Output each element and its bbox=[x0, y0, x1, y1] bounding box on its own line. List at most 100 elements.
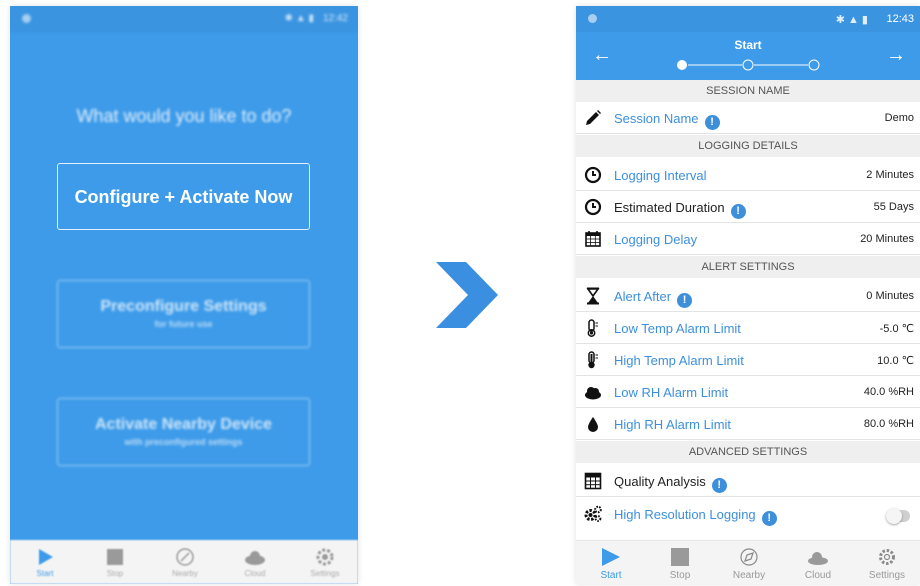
info-icon[interactable]: ! bbox=[704, 115, 720, 130]
row-high-resolution-logging[interactable]: High Resolution Logging! bbox=[576, 497, 920, 537]
nav-nearby[interactable]: Nearby bbox=[150, 540, 220, 584]
configure-activate-button[interactable]: Configure + Activate Now bbox=[57, 163, 310, 230]
droplet-icon bbox=[588, 417, 598, 432]
session-name-value: Demo bbox=[884, 112, 914, 124]
status-time: 12:43 bbox=[886, 13, 914, 25]
high-rh-label: High RH Alarm Limit bbox=[614, 417, 732, 432]
nav-settings-label: Settings bbox=[310, 569, 340, 578]
stop-icon bbox=[107, 549, 123, 565]
compass-icon bbox=[176, 548, 194, 566]
row-high-rh-alarm[interactable]: High RH Alarm Limit 80.0 %RH bbox=[576, 408, 920, 440]
nav-settings-label: Settings bbox=[868, 570, 906, 581]
status-bar: ✱ ▲ ▮ 12:43 bbox=[576, 6, 920, 32]
preconfigure-sublabel: for future use bbox=[154, 319, 213, 329]
logging-delay-value: 20 Minutes bbox=[860, 233, 914, 245]
low-rh-value: 40.0 %RH bbox=[863, 386, 914, 398]
nav-stop-label: Stop bbox=[669, 570, 691, 581]
configure-screen-phone: ✱ ▲ ▮ 12:43 ← Start → SESSION NAME Sessi… bbox=[576, 6, 920, 584]
bottom-nav: Start Stop Nearby Cloud Settings bbox=[10, 540, 358, 584]
prompt-heading: What would you like to do? bbox=[76, 106, 292, 126]
logging-interval-value: 2 Minutes bbox=[866, 169, 914, 181]
high-rh-value: 80.0 %RH bbox=[863, 418, 914, 430]
cloud-icon bbox=[808, 552, 828, 565]
notification-dot-icon bbox=[588, 14, 597, 23]
preconfigure-settings-button[interactable]: Preconfigure Settings for future use bbox=[57, 280, 310, 348]
play-icon bbox=[602, 548, 620, 566]
activate-nearby-sublabel: with preconfigured settings bbox=[124, 437, 243, 447]
hourglass-icon bbox=[586, 287, 600, 305]
app-bar: ← Start → bbox=[576, 32, 920, 80]
nav-nearby[interactable]: Nearby bbox=[714, 541, 784, 584]
estimated-duration-value: 55 Days bbox=[873, 201, 914, 213]
info-icon[interactable]: ! bbox=[677, 293, 693, 308]
start-screen-phone: ✱ ▲ ▮ 12:42 What would you like to do? P… bbox=[10, 6, 358, 584]
info-icon[interactable]: ! bbox=[730, 204, 746, 219]
row-low-temp-alarm[interactable]: Low Temp Alarm Limit -5.0 ℃ bbox=[576, 312, 920, 344]
alert-after-value: 0 Minutes bbox=[866, 290, 914, 302]
step-dot bbox=[742, 59, 754, 71]
notification-dot-icon bbox=[22, 14, 31, 23]
gear-icon bbox=[879, 549, 895, 565]
clock-icon bbox=[584, 166, 602, 184]
nav-settings[interactable]: Settings bbox=[852, 541, 920, 584]
info-icon[interactable]: ! bbox=[711, 478, 727, 493]
section-header-logging-details: LOGGING DETAILS bbox=[576, 135, 920, 157]
arrow-right-icon[interactable]: → bbox=[886, 44, 906, 67]
info-icon[interactable]: ! bbox=[761, 511, 777, 526]
gear-icon bbox=[316, 548, 334, 566]
nav-stop[interactable]: Stop bbox=[80, 540, 150, 584]
row-estimated-duration: Estimated Duration! 55 Days bbox=[576, 191, 920, 223]
signal-battery-icons: ✱ ▲ ▮ bbox=[835, 14, 868, 26]
row-session-name[interactable]: Session Name! Demo bbox=[576, 102, 920, 134]
signal-battery-icons: ✱ ▲ ▮ bbox=[284, 13, 314, 24]
nav-nearby-label: Nearby bbox=[732, 570, 766, 581]
calculator-icon bbox=[584, 472, 602, 490]
nav-cloud[interactable]: Cloud bbox=[783, 541, 853, 584]
high-temp-label: High Temp Alarm Limit bbox=[614, 353, 744, 368]
section-header-session-name: SESSION NAME bbox=[576, 80, 920, 102]
status-time: 12:42 bbox=[322, 13, 348, 24]
row-high-temp-alarm[interactable]: High Temp Alarm Limit 10.0 ℃ bbox=[576, 344, 920, 376]
row-logging-delay[interactable]: Logging Delay 20 Minutes bbox=[576, 223, 920, 255]
nav-nearby-label: Nearby bbox=[172, 569, 198, 578]
pencil-icon bbox=[586, 110, 601, 125]
activate-nearby-device-button[interactable]: Activate Nearby Device with preconfigure… bbox=[57, 398, 310, 466]
row-logging-interval[interactable]: Logging Interval 2 Minutes bbox=[576, 159, 920, 191]
compass-icon bbox=[740, 548, 758, 566]
quality-analysis-label: Quality Analysis! bbox=[614, 474, 727, 493]
nav-settings[interactable]: Settings bbox=[290, 540, 358, 584]
stop-icon bbox=[671, 548, 689, 566]
step-indicator bbox=[677, 59, 820, 71]
chevron-right-icon bbox=[436, 262, 498, 328]
logging-delay-label: Logging Delay bbox=[614, 232, 698, 247]
status-bar: ✱ ▲ ▮ 12:42 bbox=[10, 6, 358, 32]
page-title: Start bbox=[734, 38, 762, 52]
step-dot-active bbox=[677, 60, 687, 70]
preconfigure-label: Preconfigure Settings bbox=[100, 298, 267, 315]
nav-stop[interactable]: Stop bbox=[645, 541, 715, 584]
nav-cloud-label: Cloud bbox=[804, 570, 832, 581]
gears-icon bbox=[584, 505, 602, 522]
section-header-alert-settings: ALERT SETTINGS bbox=[576, 256, 920, 278]
toggle-knob bbox=[886, 508, 902, 524]
estimated-duration-label: Estimated Duration! bbox=[614, 200, 746, 219]
high-resolution-label: High Resolution Logging! bbox=[614, 507, 777, 526]
high-resolution-toggle[interactable] bbox=[886, 508, 910, 524]
step-dot bbox=[808, 59, 820, 71]
low-temp-label: Low Temp Alarm Limit bbox=[614, 321, 741, 336]
nav-start[interactable]: Start bbox=[576, 541, 646, 584]
nav-start[interactable]: Start bbox=[10, 540, 80, 584]
row-quality-analysis[interactable]: Quality Analysis! bbox=[576, 465, 920, 497]
low-rh-label: Low RH Alarm Limit bbox=[614, 385, 729, 400]
play-icon bbox=[39, 549, 53, 565]
nav-start-label: Start bbox=[600, 570, 622, 581]
activate-nearby-label: Activate Nearby Device bbox=[95, 416, 272, 433]
row-alert-after[interactable]: Alert After! 0 Minutes bbox=[576, 280, 920, 312]
comparison-stage: ✱ ▲ ▮ 12:42 What would you like to do? P… bbox=[0, 0, 920, 586]
nav-cloud[interactable]: Cloud bbox=[220, 540, 290, 584]
nav-stop-label: Stop bbox=[106, 569, 124, 578]
calendar-icon bbox=[585, 231, 601, 247]
bottom-nav: Start Stop Nearby Cloud Settings bbox=[576, 540, 920, 584]
high-temp-value: 10.0 ℃ bbox=[877, 355, 914, 367]
row-low-rh-alarm[interactable]: Low RH Alarm Limit 40.0 %RH bbox=[576, 376, 920, 408]
